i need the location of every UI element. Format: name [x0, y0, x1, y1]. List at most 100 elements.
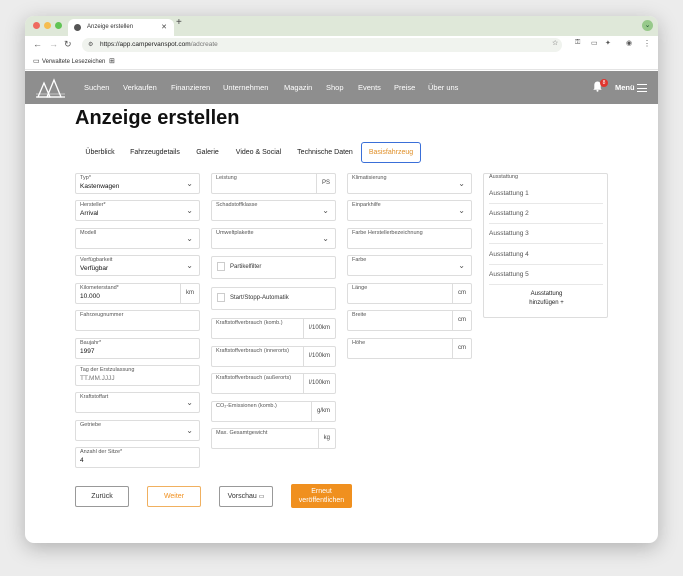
extensions-icon[interactable]: ✦: [605, 39, 611, 47]
ausstattung-item[interactable]: Ausstattung 5: [489, 265, 603, 285]
bookmarks-bar: ▭ Verwaltete Lesezeichen ⊞: [25, 54, 658, 70]
startstopp-checkbox[interactable]: Start/Stopp-Automatik: [211, 287, 336, 310]
tab-ueberblick[interactable]: Überblick: [75, 143, 125, 163]
close-window-button[interactable]: [33, 22, 40, 29]
apps-grid-icon[interactable]: ⊞: [109, 54, 115, 70]
checkbox-box[interactable]: [217, 293, 225, 302]
leistung-input[interactable]: Leistung PS: [211, 173, 336, 194]
co2-input[interactable]: CO₂-Emissionen (komb.) g/km: [211, 401, 336, 422]
chevron-down-icon: ⌄: [458, 206, 465, 215]
tab-fahrzeugdetails[interactable]: Fahrzeugdetails: [128, 143, 182, 163]
hersteller-select[interactable]: Hersteller* Arrival ⌄: [75, 200, 200, 221]
field-label: Anzahl der Sitze*: [80, 449, 123, 455]
chevron-down-icon: ⌄: [322, 206, 329, 215]
field-value: Verfügbar: [80, 265, 109, 272]
ausstattung-item[interactable]: Ausstattung 2: [489, 204, 603, 224]
site-info-icon[interactable]: ⚙: [88, 38, 93, 52]
field-label: Kraftstoffverbrauch (komb.): [216, 320, 283, 326]
republish-line1: Erneut: [311, 488, 332, 495]
checkbox-box[interactable]: [217, 262, 225, 271]
tab-galerie[interactable]: Galerie: [191, 143, 224, 163]
unit-label: l/100km: [302, 374, 335, 393]
schadstoffklasse-select[interactable]: Schadstoffklasse ⌄: [211, 200, 336, 221]
back-button[interactable]: Zurück: [75, 486, 129, 507]
browser-tab[interactable]: Anzeige erstellen ✕: [68, 19, 174, 36]
tab-search-icon[interactable]: ⌄: [642, 20, 653, 31]
kraftstoffart-select[interactable]: Kraftstoffart ⌄: [75, 392, 200, 413]
unit-label: cm: [452, 284, 471, 303]
menu-label[interactable]: Menü: [615, 83, 635, 92]
verbrauch-komb-input[interactable]: Kraftstoffverbrauch (komb.) l/100km: [211, 318, 336, 339]
key-icon[interactable]: ⚿: [575, 39, 580, 47]
verbrauch-ausserorts-input[interactable]: Kraftstoffverbrauch (außerorts) l/100km: [211, 373, 336, 394]
nav-link-magazin[interactable]: Magazin: [284, 83, 312, 92]
gesamtgewicht-input[interactable]: Max. Gesamtgewicht kg: [211, 428, 336, 449]
address-bar[interactable]: ⚙ https://app.campervanspot.com/adcreate: [82, 38, 562, 52]
field-label: CO₂-Emissionen (komb.): [216, 403, 277, 409]
verbrauch-innerorts-input[interactable]: Kraftstoffverbrauch (innerorts) l/100km: [211, 346, 336, 367]
tab-video-social[interactable]: Video & Social: [232, 143, 285, 163]
next-button[interactable]: Weiter: [147, 486, 201, 507]
url-path: /adcreate: [190, 41, 218, 48]
nav-link-suchen[interactable]: Suchen: [84, 83, 109, 92]
baujahr-input[interactable]: Baujahr* 1997: [75, 338, 200, 359]
modell-select[interactable]: Modell ⌄: [75, 228, 200, 249]
klimatisierung-select[interactable]: Klimatisierung ⌄: [347, 173, 472, 194]
umweltplakette-select[interactable]: Umweltplakette ⌄: [211, 228, 336, 249]
nav-link-ueber-uns[interactable]: Über uns: [428, 83, 458, 92]
nav-link-shop[interactable]: Shop: [326, 83, 344, 92]
field-label: Kraftstoffart: [80, 394, 109, 400]
back-arrow-icon[interactable]: ←: [33, 39, 42, 49]
ausstattung-item[interactable]: Ausstattung 3: [489, 224, 603, 244]
fahrzeugnummer-input[interactable]: Fahrzeugnummer: [75, 310, 200, 331]
nav-link-preise[interactable]: Preise: [394, 83, 415, 92]
zoom-window-button[interactable]: [55, 22, 62, 29]
nav-link-finanzieren[interactable]: Finanzieren: [171, 83, 210, 92]
site-header: Suchen Verkaufen Finanzieren Unternehmen…: [25, 71, 658, 104]
unit-label: l/100km: [302, 347, 335, 366]
nav-link-unternehmen[interactable]: Unternehmen: [223, 83, 268, 92]
republish-button[interactable]: Erneut veröffentlichen: [291, 484, 352, 508]
laenge-input[interactable]: Länge cm: [347, 283, 472, 304]
bookmark-folder[interactable]: Verwaltete Lesezeichen: [42, 54, 105, 70]
farbe-hersteller-input[interactable]: Farbe Herstellerbezeichnung: [347, 228, 472, 249]
add-ausstattung-button[interactable]: Ausstattung hinzufügen +: [484, 290, 609, 308]
panel-title: Ausstattung: [489, 174, 519, 180]
close-tab-icon[interactable]: ✕: [161, 19, 167, 36]
ausstattung-item[interactable]: Ausstattung 1: [489, 184, 603, 204]
ausstattung-item[interactable]: Ausstattung 4: [489, 245, 603, 265]
forward-arrow-icon[interactable]: →: [49, 39, 58, 49]
checkbox-label: Partikelfilter: [230, 264, 262, 270]
cast-icon[interactable]: ▭: [591, 39, 598, 47]
campervanspot-logo-icon[interactable]: [35, 77, 66, 99]
kilometerstand-input[interactable]: Kilometerstand* 10.000 km: [75, 283, 200, 304]
typ-select[interactable]: Typ* Kastenwagen ⌄: [75, 173, 200, 194]
tab-basisfahrzeug[interactable]: Basisfahrzeug: [361, 142, 421, 163]
minimize-window-button[interactable]: [44, 22, 51, 29]
getriebe-select[interactable]: Getriebe ⌄: [75, 420, 200, 441]
farbe-select[interactable]: Farbe ⌄: [347, 255, 472, 276]
star-bookmark-icon[interactable]: ☆: [552, 39, 558, 47]
verfuegbarkeit-select[interactable]: Verfügbarkeit Verfügbar ⌄: [75, 255, 200, 276]
preview-button[interactable]: Vorschau ▭: [219, 486, 273, 507]
partikelfilter-checkbox[interactable]: Partikelfilter: [211, 256, 336, 279]
field-value: 4: [80, 457, 84, 464]
sitze-input[interactable]: Anzahl der Sitze* 4: [75, 447, 200, 468]
field-value: 1997: [80, 348, 95, 355]
more-menu-icon[interactable]: ⋮: [643, 39, 651, 48]
new-tab-icon[interactable]: +: [176, 17, 182, 28]
ausstattung-panel: Ausstattung Ausstattung 1 Ausstattung 2 …: [483, 173, 608, 318]
hoehe-input[interactable]: Höhe cm: [347, 338, 472, 359]
hamburger-menu-icon[interactable]: [637, 84, 647, 95]
tab-technische-daten[interactable]: Technische Daten: [295, 143, 355, 163]
erstzulassung-input[interactable]: Tag der Erstzulassung TT.MM.JJJJ: [75, 365, 200, 386]
reload-icon[interactable]: ↻: [64, 39, 72, 50]
breite-input[interactable]: Breite cm: [347, 310, 472, 331]
profile-icon[interactable]: ◉: [626, 39, 632, 47]
nav-link-events[interactable]: Events: [358, 83, 381, 92]
chevron-down-icon: ⌄: [186, 398, 193, 407]
unit-label: g/km: [310, 402, 335, 421]
field-label: Fahrzeugnummer: [80, 312, 124, 318]
nav-link-verkaufen[interactable]: Verkaufen: [123, 83, 157, 92]
einparkhilfe-select[interactable]: Einparkhilfe ⌄: [347, 200, 472, 221]
